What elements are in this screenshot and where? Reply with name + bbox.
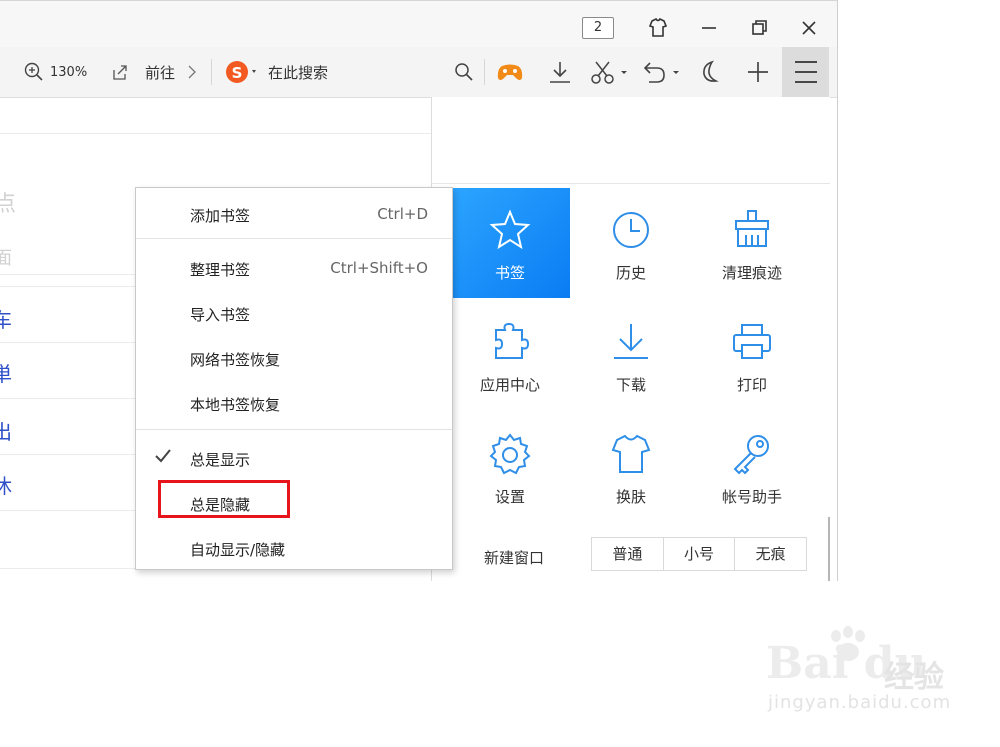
page-link[interactable]: 単 <box>0 358 12 387</box>
history-button[interactable]: 历史 <box>571 188 691 298</box>
restore-button[interactable] <box>744 13 774 43</box>
divider <box>0 568 140 569</box>
printer-icon <box>733 324 771 359</box>
tab-count-button[interactable]: 2 <box>582 17 614 39</box>
page-link[interactable]: 车 <box>0 304 12 333</box>
search-input[interactable]: 在此搜索 <box>268 62 328 83</box>
divider <box>0 398 140 399</box>
menu-item-auto-show-hide[interactable]: 自动显示/隐藏 <box>136 525 452 569</box>
menu-item-label: 本地书签恢复 <box>190 396 281 414</box>
app-center-label: 应用中心 <box>479 376 540 394</box>
share-icon[interactable] <box>110 62 130 86</box>
menu-item-restore-local-bookmarks[interactable]: 本地书签恢复 <box>136 380 452 424</box>
print-label: 打印 <box>736 376 767 394</box>
divider <box>0 133 431 134</box>
scissors-icon[interactable] <box>590 59 630 89</box>
menu-item-label: 总是显示 <box>190 451 251 469</box>
clock-icon <box>613 212 649 248</box>
menu-item-shortcut: Ctrl+D <box>377 205 428 223</box>
zoom-icon[interactable] <box>24 62 44 86</box>
download-button[interactable]: 下载 <box>571 300 691 410</box>
clear-traces-button[interactable]: 清理痕迹 <box>692 188 812 298</box>
divider <box>0 286 140 287</box>
page-text: 面 <box>0 244 12 270</box>
minimize-button[interactable] <box>694 13 724 43</box>
star-icon <box>489 209 531 250</box>
menu-item-label: 添加书签 <box>190 207 251 225</box>
menu-item-restore-network-bookmarks[interactable]: 网络书签恢复 <box>136 335 452 379</box>
download-icon <box>614 324 648 359</box>
divider <box>0 510 140 511</box>
puzzle-icon <box>495 322 530 359</box>
page-link[interactable]: 出 <box>0 416 12 445</box>
watermark-cn: 经验 <box>884 660 944 695</box>
page-text: 点 <box>0 186 16 218</box>
search-engine-icon[interactable]: S <box>225 59 261 89</box>
title-bar: 2 <box>0 0 837 48</box>
new-window-normal-button[interactable]: 普通 <box>592 538 663 570</box>
menu-item-label: 网络书签恢复 <box>190 351 281 369</box>
new-window-incognito-button[interactable]: 无痕 <box>734 538 806 570</box>
svg-text:S: S <box>232 64 243 82</box>
account-helper-label: 帐号助手 <box>721 488 782 506</box>
new-window-options: 普通 小号 无痕 <box>591 537 807 571</box>
print-button[interactable]: 打印 <box>692 300 812 410</box>
panel-header <box>432 97 830 184</box>
panel-scrollbar[interactable] <box>828 517 830 581</box>
main-menu-panel: 书签 历史 清理痕迹 应用中心 下载 打印 设置 换肤 帐号助手 新建窗口 普通… <box>431 97 830 581</box>
key-icon <box>733 435 769 475</box>
menu-item-label: 整理书签 <box>190 261 251 279</box>
divider <box>0 454 140 455</box>
clear-traces-label: 清理痕迹 <box>721 264 782 282</box>
add-icon[interactable] <box>745 59 771 89</box>
app-center-button[interactable]: 应用中心 <box>450 300 570 410</box>
menu-divider <box>136 238 452 239</box>
goto-button[interactable]: 前往 <box>145 62 175 83</box>
new-window-small-button[interactable]: 小号 <box>662 538 735 570</box>
menu-item-label: 自动显示/隐藏 <box>190 541 286 559</box>
game-icon[interactable] <box>496 60 524 88</box>
search-icon[interactable] <box>454 62 474 86</box>
undo-icon[interactable] <box>640 59 682 89</box>
settings-label: 设置 <box>494 488 525 506</box>
menu-item-label: 导入书签 <box>190 306 251 324</box>
baidu-watermark: Bai du 经验 jingyan.baidu.com <box>766 626 966 732</box>
history-label: 历史 <box>615 264 646 282</box>
download-icon[interactable] <box>547 59 573 89</box>
toolbar-divider <box>484 59 485 85</box>
menu-item-always-show[interactable]: 总是显示 <box>136 435 452 479</box>
close-button[interactable] <box>794 13 824 43</box>
checkmark-icon <box>154 447 172 469</box>
watermark-url: jingyan.baidu.com <box>768 692 952 713</box>
download-label: 下载 <box>615 376 646 394</box>
chevron-right-icon <box>186 64 198 84</box>
skin-button[interactable]: 换肤 <box>571 412 691 522</box>
settings-button[interactable]: 设置 <box>450 412 570 522</box>
bookmark-label: 书签 <box>494 264 525 282</box>
tshirt-icon <box>611 434 651 473</box>
skin-icon[interactable] <box>643 13 673 43</box>
skin-label: 换肤 <box>615 488 646 506</box>
bookmark-button[interactable]: 书签 <box>450 188 570 298</box>
divider <box>0 274 140 275</box>
hamburger-icon <box>795 61 817 83</box>
gear-icon <box>489 433 531 475</box>
broom-icon <box>735 210 769 247</box>
paw-icon <box>826 626 870 670</box>
menu-item-shortcut: Ctrl+Shift+O <box>330 259 428 277</box>
menu-item-import-bookmarks[interactable]: 导入书签 <box>136 290 452 334</box>
menu-item-add-bookmark[interactable]: 添加书签 Ctrl+D <box>136 191 452 235</box>
menu-divider <box>136 429 452 430</box>
toolbar-divider <box>211 59 212 85</box>
night-mode-icon[interactable] <box>697 59 723 89</box>
menu-item-organize-bookmarks[interactable]: 整理书签 Ctrl+Shift+O <box>136 245 452 289</box>
account-helper-button[interactable]: 帐号助手 <box>692 412 812 522</box>
new-window-label: 新建窗口 <box>484 549 545 567</box>
divider <box>0 342 140 343</box>
page-link[interactable]: 休 <box>0 470 12 499</box>
zoom-level[interactable]: 130% <box>50 65 87 80</box>
highlight-box <box>158 480 290 518</box>
main-menu-button[interactable] <box>782 47 829 97</box>
